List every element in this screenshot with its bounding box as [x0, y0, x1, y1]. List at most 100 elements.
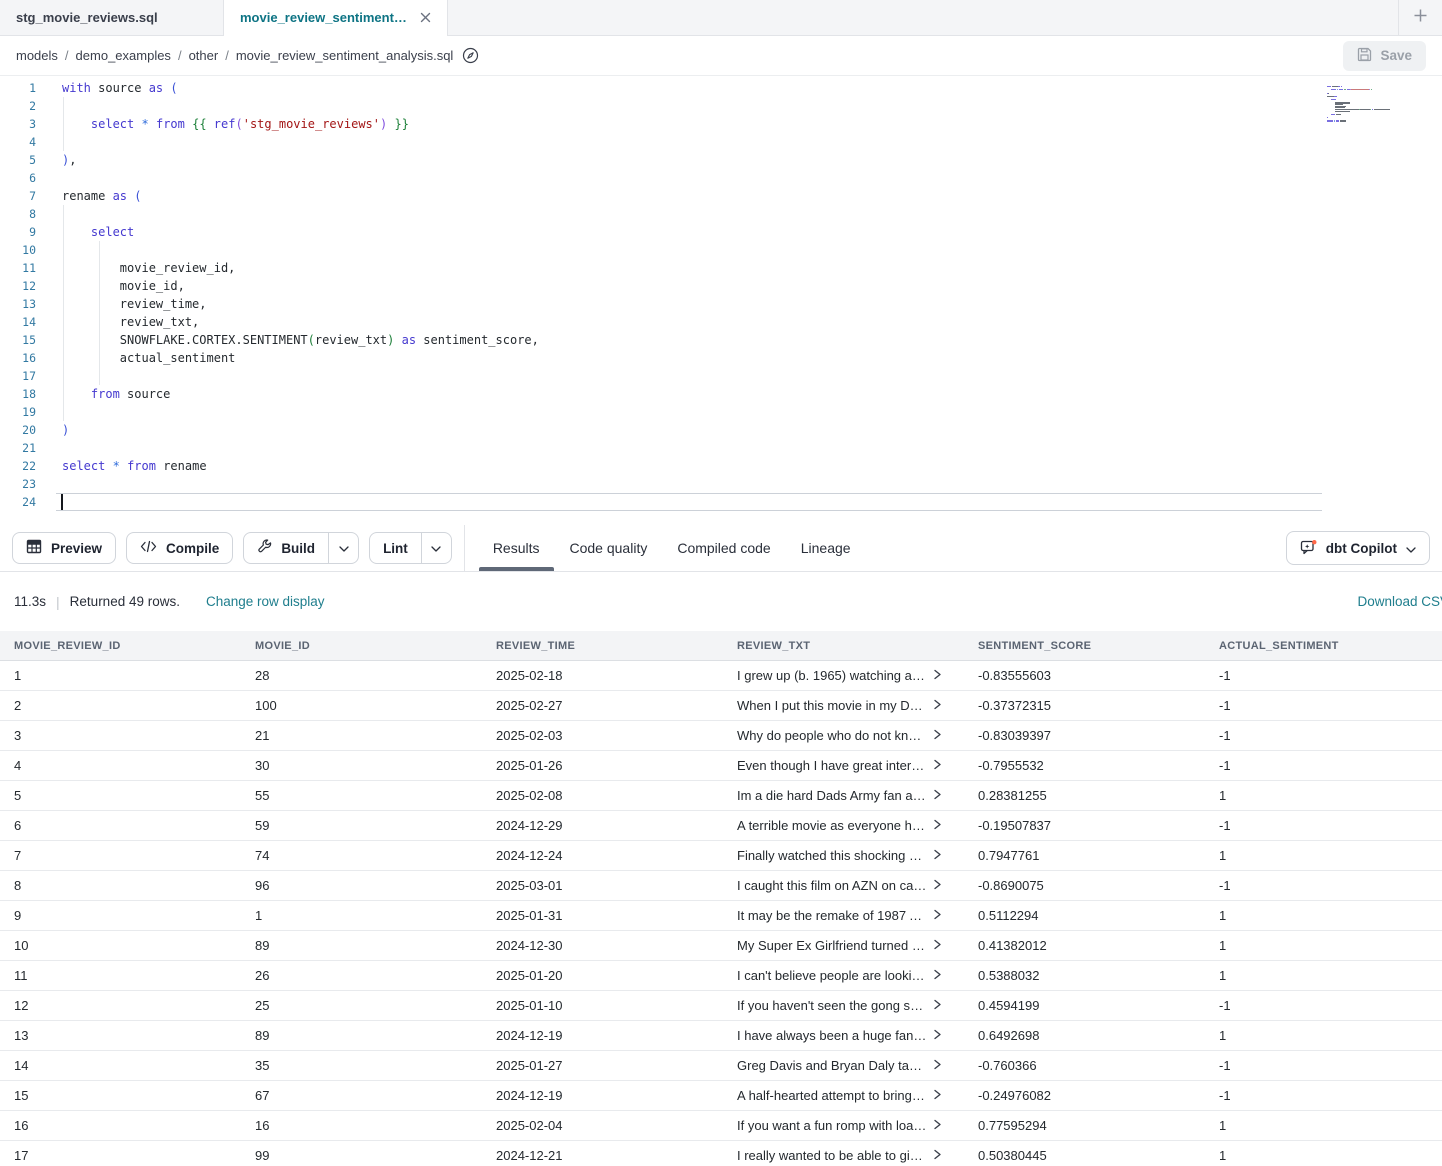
expand-row-button[interactable]	[933, 788, 942, 803]
build-split-button: Build	[243, 532, 359, 564]
tab-lineage[interactable]: Lineage	[801, 525, 851, 571]
cell-movie_review_id: 17	[0, 1148, 241, 1163]
chevron-right-icon	[933, 1118, 942, 1133]
tab-code-quality[interactable]: Code quality	[570, 525, 648, 571]
compass-icon[interactable]	[462, 47, 479, 64]
cell-review_time: 2025-01-26	[482, 758, 723, 773]
expand-row-button[interactable]	[933, 938, 942, 953]
expand-row-button[interactable]	[933, 1058, 942, 1073]
build-button[interactable]: Build	[244, 533, 328, 563]
dbt-copilot-button[interactable]: dbt Copilot	[1286, 531, 1430, 565]
column-header-movie_id[interactable]: MOVIE_ID	[241, 640, 482, 652]
sql-code-editor[interactable]: 1with source as (23 select * from {{ ref…	[0, 76, 1442, 525]
chevron-right-icon	[933, 728, 942, 743]
tab-results[interactable]: Results	[493, 525, 540, 571]
expand-row-button[interactable]	[933, 848, 942, 863]
build-dropdown-button[interactable]	[328, 533, 358, 563]
expand-row-button[interactable]	[933, 968, 942, 983]
lint-button[interactable]: Lint	[370, 533, 421, 563]
lint-dropdown-button[interactable]	[421, 533, 451, 563]
cell-sentiment_score: -0.83555603	[964, 668, 1205, 683]
expand-row-button[interactable]	[933, 1028, 942, 1043]
cell-review_time: 2025-02-08	[482, 788, 723, 803]
code-lines: 1with source as (23 select * from {{ ref…	[0, 79, 1442, 511]
review-text: A terrible movie as everyone has said. …	[737, 818, 927, 833]
review-text: When I put this movie in my DVD playe…	[737, 698, 927, 713]
table-row: 1282025-02-18I grew up (b. 1965) watchin…	[0, 661, 1442, 691]
cell-movie_review_id: 13	[0, 1028, 241, 1043]
chevron-right-icon	[933, 1028, 942, 1043]
review-text: If you haven't seen the gong show TV s…	[737, 998, 927, 1013]
expand-row-button[interactable]	[933, 758, 942, 773]
code-text: SNOWFLAKE.CORTEX.SENTIMENT(review_txt) a…	[36, 331, 539, 349]
compile-button[interactable]: Compile	[126, 532, 233, 564]
lint-split-button: Lint	[369, 532, 452, 564]
cell-review_time: 2025-02-18	[482, 668, 723, 683]
download-csv-link[interactable]: Download CSV	[1357, 594, 1442, 609]
cell-movie_id: 28	[241, 668, 482, 683]
line-number: 2	[0, 97, 36, 115]
breadcrumb-segment[interactable]: movie_review_sentiment_analysis.sql	[236, 48, 454, 63]
new-tab-button[interactable]	[1398, 0, 1442, 35]
code-line: 19	[0, 403, 1442, 421]
column-header-actual_sentiment[interactable]: ACTUAL_SENTIMENT	[1205, 640, 1442, 652]
code-text: from source	[36, 385, 170, 403]
cell-actual_sentiment: 1	[1205, 1148, 1442, 1163]
cell-sentiment_score: 0.50380445	[964, 1148, 1205, 1163]
expand-row-button[interactable]	[933, 1118, 942, 1133]
change-row-display-link[interactable]: Change row display	[206, 594, 325, 609]
cell-review-txt: If you want a fun romp with loads of s…	[723, 1118, 964, 1133]
cell-review_time: 2024-12-19	[482, 1088, 723, 1103]
save-button[interactable]: Save	[1343, 41, 1426, 71]
expand-row-button[interactable]	[933, 818, 942, 833]
cell-actual_sentiment: 1	[1205, 788, 1442, 803]
column-header-sentiment_score[interactable]: SENTIMENT_SCORE	[964, 640, 1205, 652]
column-header-review_txt[interactable]: REVIEW_TXT	[723, 640, 964, 652]
cell-review_time: 2025-01-10	[482, 998, 723, 1013]
cell-movie_id: 55	[241, 788, 482, 803]
line-number: 22	[0, 457, 36, 475]
cell-review-txt: Greg Davis and Bryan Daly take some …	[723, 1058, 964, 1073]
cell-sentiment_score: 0.77595294	[964, 1118, 1205, 1133]
preview-button[interactable]: Preview	[12, 532, 116, 564]
cell-actual_sentiment: 1	[1205, 848, 1442, 863]
minimap[interactable]	[1327, 86, 1397, 125]
table-row: 10892024-12-30My Super Ex Girlfriend tur…	[0, 931, 1442, 961]
cell-review-txt: I really wanted to be able to give this …	[723, 1148, 964, 1163]
table-header-row: MOVIE_REVIEW_IDMOVIE_IDREVIEW_TIMEREVIEW…	[0, 631, 1442, 661]
close-icon[interactable]	[420, 12, 431, 23]
expand-row-button[interactable]	[933, 728, 942, 743]
breadcrumb-segment[interactable]: demo_examples	[76, 48, 171, 63]
cell-movie_review_id: 14	[0, 1058, 241, 1073]
table-row: 14352025-01-27Greg Davis and Bryan Daly …	[0, 1051, 1442, 1081]
cell-actual_sentiment: 1	[1205, 968, 1442, 983]
file-tab-stg-movie-reviews[interactable]: stg_movie_reviews.sql	[0, 0, 224, 35]
tab-compiled-code[interactable]: Compiled code	[677, 525, 770, 571]
code-line: 1with source as (	[0, 79, 1442, 97]
code-text	[36, 241, 62, 259]
review-text: I caught this film on AZN on cable. It s…	[737, 878, 927, 893]
expand-row-button[interactable]	[933, 998, 942, 1013]
file-tab-movie-review-sentiment[interactable]: movie_review_sentiment_…	[224, 0, 448, 35]
expand-row-button[interactable]	[933, 1148, 942, 1163]
expand-row-button[interactable]	[933, 698, 942, 713]
breadcrumb-segment[interactable]: other	[189, 48, 219, 63]
line-number: 20	[0, 421, 36, 439]
expand-row-button[interactable]	[933, 1088, 942, 1103]
column-header-review_time[interactable]: REVIEW_TIME	[482, 640, 723, 652]
expand-row-button[interactable]	[933, 908, 942, 923]
cell-review-txt: Finally watched this shocking movie la…	[723, 848, 964, 863]
column-header-movie_review_id[interactable]: MOVIE_REVIEW_ID	[0, 640, 241, 652]
code-text	[36, 133, 62, 151]
table-row: 912025-01-31It may be the remake of 1987…	[0, 901, 1442, 931]
expand-row-button[interactable]	[933, 668, 942, 683]
cell-review-txt: I grew up (b. 1965) watching and lovin…	[723, 668, 964, 683]
expand-row-button[interactable]	[933, 878, 942, 893]
cell-movie_id: 89	[241, 1028, 482, 1043]
file-tab-label: stg_movie_reviews.sql	[16, 10, 158, 25]
line-number: 19	[0, 403, 36, 421]
table-row: 13892024-12-19I have always been a huge …	[0, 1021, 1442, 1051]
code-text	[36, 205, 62, 223]
breadcrumb-segment[interactable]: models	[16, 48, 58, 63]
cell-review_time: 2025-01-20	[482, 968, 723, 983]
